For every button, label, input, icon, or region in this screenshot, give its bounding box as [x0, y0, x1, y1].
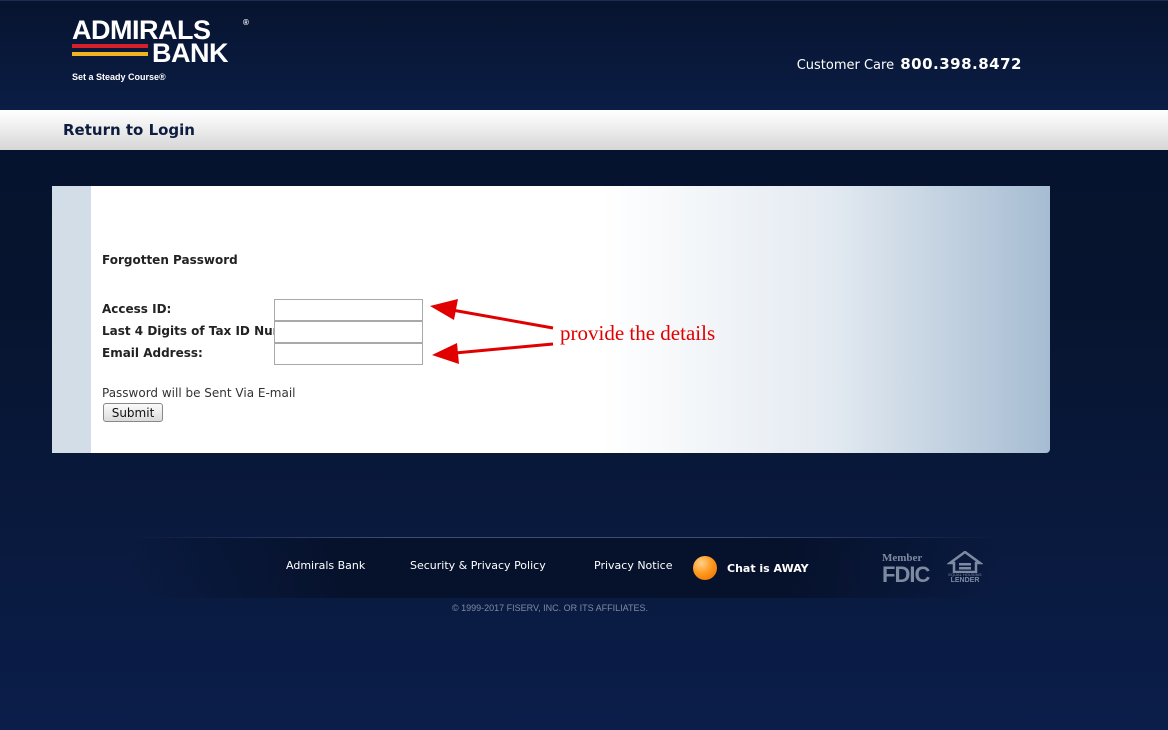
access-id-input[interactable] [274, 299, 423, 321]
admirals-bank-logo[interactable]: ADMIRALS ® BANK Set a Steady Course® [72, 17, 252, 87]
email-input[interactable] [274, 343, 423, 365]
chat-status-text[interactable]: Chat is AWAY [727, 562, 809, 575]
annotation-text: provide the details [560, 321, 716, 345]
footer-link-admirals-bank[interactable]: Admirals Bank [286, 559, 365, 572]
fdic-text: FDIC [882, 562, 930, 587]
forgotten-password-panel: Forgotten Password Access ID: Last 4 Dig… [52, 186, 1050, 453]
submit-button[interactable]: Submit [103, 403, 163, 422]
customer-care: Customer Care 800.398.8472 [797, 55, 1022, 73]
logo-red-stripe [72, 44, 148, 48]
access-id-label: Access ID: [102, 302, 172, 316]
tax-id-input[interactable] [274, 321, 423, 343]
panel-side-strip [52, 186, 91, 453]
equal-housing-lender-icon: EQUAL HOUSING LENDER [946, 550, 984, 587]
equal-housing-house-icon [946, 550, 984, 574]
form-title: Forgotten Password [102, 253, 238, 267]
footer-link-security-privacy-policy[interactable]: Security & Privacy Policy [410, 559, 546, 572]
copyright: © 1999-2017 FISERV, INC. OR ITS AFFILIAT… [451, 603, 649, 613]
equal-housing-lender-text: LENDER [950, 577, 980, 584]
chat-status-icon[interactable] [693, 556, 717, 580]
logo-registered-mark: ® [243, 18, 249, 27]
footer-link-privacy-notice[interactable]: Privacy Notice [594, 559, 672, 572]
return-to-login-link[interactable]: Return to Login [63, 121, 195, 139]
password-sent-note: Password will be Sent Via E-mail [102, 386, 296, 400]
site-header: ADMIRALS ® BANK Set a Steady Course® Cus… [0, 0, 1168, 110]
nav-bar: Return to Login [0, 110, 1168, 150]
customer-care-label: Customer Care [796, 58, 895, 73]
logo-tagline: Set a Steady Course® [72, 72, 166, 82]
footer-band [130, 538, 1000, 598]
logo-yellow-stripe [72, 52, 148, 56]
customer-care-phone: 800.398.8472 [900, 55, 1022, 73]
logo-word-bank: BANK [152, 38, 229, 68]
fdic-member-logo: Member FDIC [882, 553, 930, 587]
email-label: Email Address: [102, 346, 203, 360]
